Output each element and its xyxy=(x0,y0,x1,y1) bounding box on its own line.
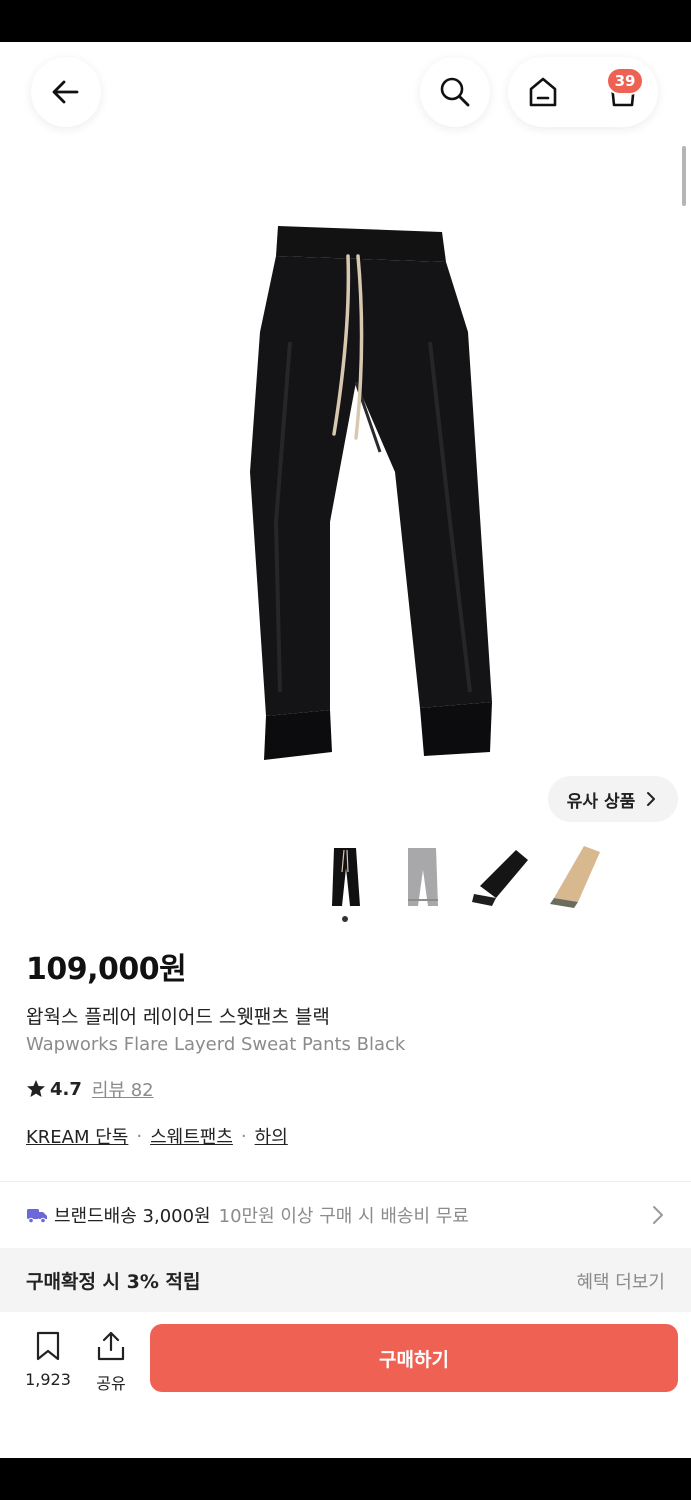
thumbnail-indicator xyxy=(342,916,348,922)
benefit-label: 구매확정 시 3% 적립 xyxy=(26,1271,201,1293)
home-cart-group: 39 xyxy=(508,57,658,127)
thumbnail-black[interactable] xyxy=(310,842,380,912)
star-icon xyxy=(27,1080,45,1097)
similar-products-button[interactable]: 유사 상품 xyxy=(548,776,678,822)
home-icon xyxy=(529,77,557,107)
product-name-korean: 왑웍스 플레어 레이어드 스웻팬츠 블랙 xyxy=(26,1006,330,1028)
back-button[interactable] xyxy=(31,57,101,127)
chevron-right-icon[interactable] xyxy=(650,1204,666,1226)
reviews-link[interactable]: 리뷰 82 xyxy=(92,1076,154,1102)
product-detail-screen: 39 유사 상품 109,000원 왑웍스 플레어 레이어드 스웻팬츠 블랙 W… xyxy=(0,42,691,1458)
thumbnail-black-folded[interactable] xyxy=(466,842,536,912)
rating-row: 4.7 리뷰 82 xyxy=(26,1076,154,1102)
back-arrow-icon xyxy=(52,80,79,104)
bottom-action-bar: 1,923 공유 구매하기 xyxy=(0,1312,691,1458)
shipping-row[interactable]: 브랜드배송 3,000원 10만원 이상 구매 시 배송비 무료 xyxy=(26,1202,469,1228)
tag-sweat-pants[interactable]: 스웨트팬츠 xyxy=(150,1123,233,1149)
category-tags: KREAM 단독 · 스웨트팬츠 · 하의 xyxy=(26,1123,288,1149)
rating-score: 4.7 xyxy=(50,1078,82,1100)
tag-separator: · xyxy=(136,1125,143,1147)
product-name-english: Wapworks Flare Layerd Sweat Pants Black xyxy=(26,1034,406,1055)
buy-button[interactable]: 구매하기 xyxy=(150,1324,678,1392)
cart-count-badge: 39 xyxy=(608,69,642,93)
bookmark-count: 1,923 xyxy=(25,1370,71,1389)
share-icon xyxy=(97,1331,125,1361)
section-divider xyxy=(0,1181,691,1182)
share-label: 공유 xyxy=(96,1374,126,1393)
truck-icon xyxy=(27,1209,47,1224)
shipping-label: 브랜드배송 3,000원 xyxy=(54,1206,211,1227)
tag-separator: · xyxy=(240,1125,247,1147)
search-icon xyxy=(440,77,470,107)
thumbnail-gray[interactable] xyxy=(388,842,458,912)
tag-bottoms[interactable]: 하의 xyxy=(255,1123,288,1149)
product-price: 109,000원 xyxy=(26,952,187,987)
thumbnail-strip xyxy=(300,842,640,922)
shipping-note: 10만원 이상 구매 시 배송비 무료 xyxy=(218,1206,469,1227)
share-button[interactable]: 공유 xyxy=(88,1330,134,1394)
benefit-more-link[interactable]: 혜택 더보기 xyxy=(576,1268,665,1294)
similar-products-label: 유사 상품 xyxy=(566,791,636,812)
home-button[interactable] xyxy=(526,75,560,113)
benefit-bar: 구매확정 시 3% 적립 혜택 더보기 xyxy=(0,1248,691,1312)
chevron-right-icon xyxy=(647,792,656,806)
tag-kream-exclusive[interactable]: KREAM 단독 xyxy=(26,1123,128,1149)
search-button[interactable] xyxy=(420,57,490,127)
thumbnail-beige[interactable] xyxy=(544,842,614,912)
scrollbar[interactable] xyxy=(682,146,686,206)
bookmark-button[interactable]: 1,923 xyxy=(20,1330,76,1389)
bookmark-icon xyxy=(36,1331,60,1361)
product-main-image[interactable] xyxy=(180,222,500,762)
